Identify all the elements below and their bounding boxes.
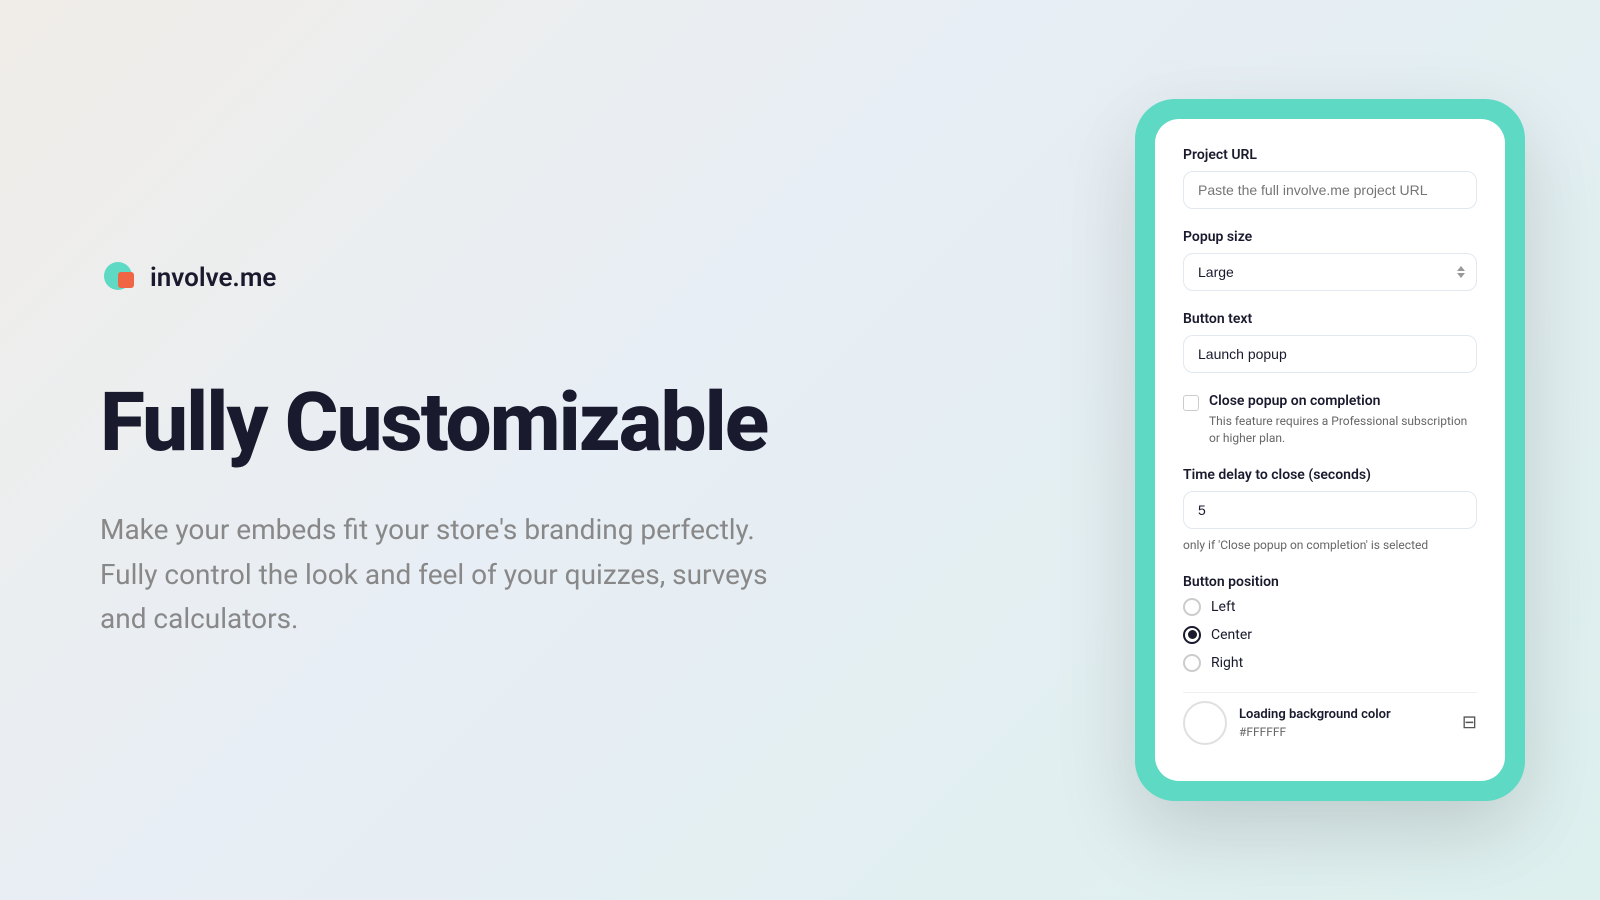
time-delay-group: Time delay to close (seconds) only if 'C… <box>1183 467 1477 554</box>
logo-icon <box>100 258 140 298</box>
settings-card: Project URL Popup size Small Medium Larg… <box>1155 119 1505 780</box>
radio-left-label: Left <box>1211 599 1235 615</box>
sub-text: Make your embeds fit your store's brandi… <box>100 508 800 642</box>
phone-mockup: Project URL Popup size Small Medium Larg… <box>1135 99 1525 800</box>
color-title: Loading background color <box>1239 707 1450 722</box>
close-popup-content: Close popup on completion This feature r… <box>1209 393 1477 447</box>
popup-size-label: Popup size <box>1183 229 1477 245</box>
logo-text: involve.me <box>150 263 276 293</box>
button-text-label: Button text <box>1183 311 1477 327</box>
project-url-group: Project URL <box>1183 147 1477 209</box>
main-heading: Fully Customizable <box>100 378 1020 468</box>
project-url-input[interactable] <box>1183 171 1477 209</box>
close-popup-label: Close popup on completion <box>1209 393 1477 409</box>
button-position-label: Button position <box>1183 574 1477 590</box>
button-text-group: Button text <box>1183 311 1477 373</box>
right-panel: Project URL Popup size Small Medium Larg… <box>1120 99 1540 800</box>
radio-center[interactable]: Center <box>1183 626 1477 644</box>
radio-center-label: Center <box>1211 627 1252 643</box>
color-value: #FFFFFF <box>1239 725 1450 739</box>
close-popup-row: Close popup on completion This feature r… <box>1183 393 1477 447</box>
button-position-group: Button position Left Center <box>1183 574 1477 672</box>
color-row[interactable]: Loading background color #FFFFFF ⊟ <box>1183 692 1477 753</box>
time-delay-hint: only if 'Close popup on completion' is s… <box>1183 537 1477 554</box>
popup-size-select[interactable]: Small Medium Large Full Screen <box>1183 253 1477 291</box>
radio-center-indicator <box>1183 626 1201 644</box>
project-url-label: Project URL <box>1183 147 1477 163</box>
left-content: involve.me Fully Customizable Make your … <box>0 178 1120 723</box>
close-popup-checkbox[interactable] <box>1183 395 1199 411</box>
button-text-input[interactable] <box>1183 335 1477 373</box>
radio-group: Left Center Right <box>1183 598 1477 672</box>
radio-left[interactable]: Left <box>1183 598 1477 616</box>
color-swatch <box>1183 701 1227 745</box>
radio-right-indicator <box>1183 654 1201 672</box>
popup-size-group: Popup size Small Medium Large Full Scree… <box>1183 229 1477 291</box>
radio-center-dot <box>1188 630 1197 639</box>
popup-size-wrapper: Small Medium Large Full Screen <box>1183 253 1477 291</box>
database-icon: ⊟ <box>1462 712 1477 733</box>
time-delay-input[interactable] <box>1183 491 1477 529</box>
logo-area: involve.me <box>100 258 1020 298</box>
time-delay-label: Time delay to close (seconds) <box>1183 467 1477 483</box>
radio-right-label: Right <box>1211 655 1243 671</box>
radio-right[interactable]: Right <box>1183 654 1477 672</box>
close-popup-hint: This feature requires a Professional sub… <box>1209 413 1477 447</box>
radio-left-indicator <box>1183 598 1201 616</box>
color-info: Loading background color #FFFFFF <box>1239 707 1450 739</box>
